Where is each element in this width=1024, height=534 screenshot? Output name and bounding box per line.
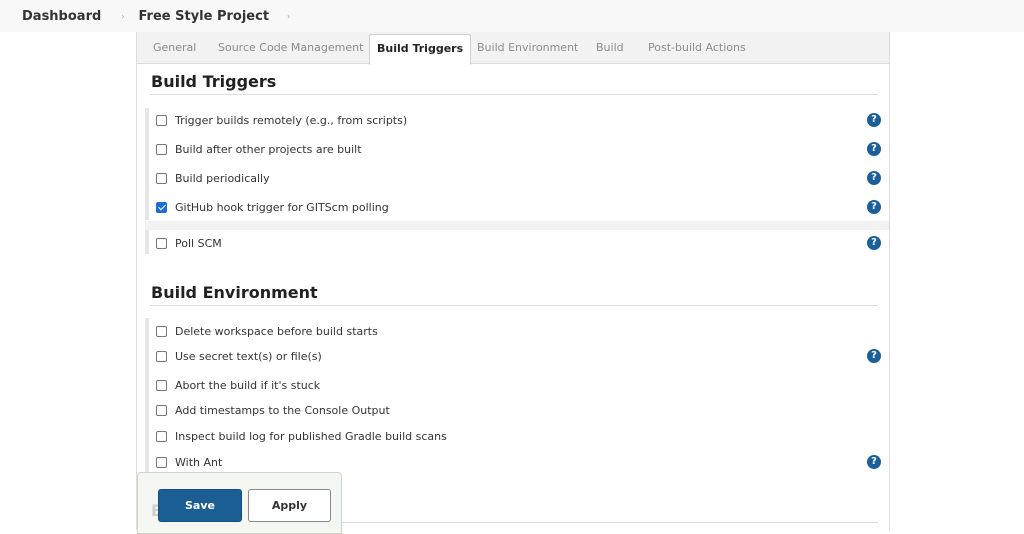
option-label: Use secret text(s) or file(s) [175,349,322,363]
option-label: Poll SCM [175,236,222,250]
apply-button[interactable]: Apply [248,489,331,522]
use-secret-text-checkbox[interactable] [156,350,167,362]
abort-if-stuck-option[interactable]: Abort the build if it's stuck [156,377,320,393]
poll-scm-group [145,230,889,254]
build-after-other-projects-checkbox[interactable] [156,143,167,155]
trigger-remotely-checkbox[interactable] [156,114,167,126]
option-label: Add timestamps to the Console Output [175,403,390,417]
tab-post-build-actions[interactable]: Post-build Actions [648,32,746,64]
option-label: Build periodically [175,171,270,185]
section-title-build-environment: Build Environment [151,283,318,302]
section-divider [342,522,878,523]
help-icon[interactable]: ? [867,171,881,185]
use-secret-text-option[interactable]: Use secret text(s) or file(s) [156,348,322,364]
option-label: With Ant [175,455,223,469]
tab-source-code-management[interactable]: Source Code Management [218,32,363,64]
option-label: Inspect build log for published Gradle b… [175,429,447,443]
save-button[interactable]: Save [158,489,242,522]
tab-build-triggers[interactable]: Build Triggers [369,34,472,65]
breadcrumb: Dashboard › Free Style Project › [0,0,1024,32]
add-timestamps-checkbox[interactable] [156,404,167,416]
help-icon[interactable]: ? [867,349,881,363]
github-hook-trigger-option[interactable]: GitHub hook trigger for GITScm polling [156,199,389,215]
build-after-other-projects-option[interactable]: Build after other projects are built [156,141,362,157]
delete-workspace-checkbox[interactable] [156,325,167,337]
build-periodically-checkbox[interactable] [156,172,167,184]
option-label: Abort the build if it's stuck [175,378,321,392]
build-environment-group [145,318,889,478]
with-ant-option[interactable]: With Ant [156,454,222,470]
section-divider [150,305,878,306]
chevron-right-icon[interactable]: › [287,12,290,21]
breadcrumb-project[interactable]: Free Style Project [139,9,270,24]
github-hook-trigger-checkbox[interactable] [156,201,167,213]
build-periodically-option[interactable]: Build periodically [156,170,270,186]
tab-build-environment[interactable]: Build Environment [477,32,578,64]
chevron-right-icon[interactable]: › [121,12,124,21]
help-icon[interactable]: ? [867,236,881,250]
config-panel: General Source Code Management Build Tri… [136,32,890,530]
section-title-build-triggers: Build Triggers [151,72,277,91]
help-icon[interactable]: ? [867,113,881,127]
trigger-remotely-option[interactable]: Trigger builds remotely (e.g., from scri… [156,112,407,128]
inspect-gradle-build-log-option[interactable]: Inspect build log for published Gradle b… [156,428,447,444]
abort-if-stuck-checkbox[interactable] [156,379,167,391]
poll-scm-checkbox[interactable] [156,237,167,249]
help-icon[interactable]: ? [867,200,881,214]
add-timestamps-option[interactable]: Add timestamps to the Console Output [156,402,390,418]
inspect-gradle-build-log-checkbox[interactable] [156,430,167,442]
with-ant-checkbox[interactable] [156,456,167,468]
tab-build[interactable]: Build [596,32,624,64]
tab-general[interactable]: General [153,32,196,64]
option-label: Build after other projects are built [175,142,362,156]
breadcrumb-dashboard[interactable]: Dashboard [22,9,101,24]
help-icon[interactable]: ? [867,455,881,469]
save-apply-bar: B Save Apply [137,472,342,534]
option-label: Delete workspace before build starts [175,324,378,338]
option-label: GitHub hook trigger for GITScm polling [175,200,389,214]
delete-workspace-option[interactable]: Delete workspace before build starts [156,323,378,339]
group-separator [145,221,889,230]
help-icon[interactable]: ? [867,142,881,156]
option-label: Trigger builds remotely (e.g., from scri… [175,113,408,127]
poll-scm-option[interactable]: Poll SCM [156,235,222,251]
config-tabs: General Source Code Management Build Tri… [137,32,889,65]
section-divider [150,94,878,95]
